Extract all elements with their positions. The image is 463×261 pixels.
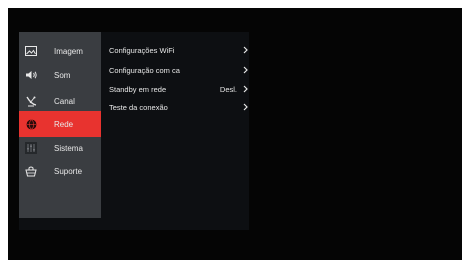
- option-configuracoes-wifi[interactable]: Configurações WiFi: [109, 42, 252, 58]
- option-configuracao-com-cabo[interactable]: Configuração com ca: [109, 62, 252, 78]
- chevron-right-icon: [242, 66, 249, 75]
- basket-icon: [24, 164, 38, 178]
- sidebar-item-label: Rede: [54, 119, 74, 129]
- chevron-right-icon: [242, 85, 249, 94]
- speaker-icon: [24, 68, 38, 82]
- sidebar-item-label: Imagem: [54, 46, 83, 56]
- option-label: Configuração com ca: [109, 65, 180, 75]
- option-label: Standby em rede: [109, 84, 167, 94]
- sidebar-item-rede[interactable]: Rede: [19, 111, 101, 137]
- option-teste-da-conexao[interactable]: Teste da conexão: [109, 99, 252, 115]
- sidebar-item-label: Sistema: [54, 143, 83, 153]
- sidebar-item-imagem[interactable]: Imagem: [19, 40, 101, 62]
- sidebar-item-label: Canal: [54, 96, 75, 106]
- chevron-right-icon: [242, 103, 249, 112]
- globe-icon: [24, 117, 38, 131]
- settings-sidebar: Imagem Som Canal Rede Sistema Suporte: [19, 32, 101, 218]
- sidebar-item-sistema[interactable]: Sistema: [19, 137, 101, 159]
- option-value: Desl.: [219, 84, 237, 94]
- sidebar-item-label: Som: [54, 70, 71, 80]
- picture-icon: [24, 44, 38, 58]
- option-label: Teste da conexão: [109, 102, 168, 112]
- satellite-icon: [24, 94, 38, 108]
- option-label: Configurações WiFi: [109, 45, 175, 55]
- sliders-icon: [24, 141, 38, 155]
- sidebar-item-som[interactable]: Som: [19, 64, 101, 86]
- sidebar-item-canal[interactable]: Canal: [19, 90, 101, 112]
- sidebar-item-label: Suporte: [54, 166, 83, 176]
- sidebar-item-suporte[interactable]: Suporte: [19, 160, 101, 182]
- option-standby-em-rede[interactable]: Standby em rede Desl.: [109, 81, 252, 97]
- chevron-right-icon: [242, 46, 249, 55]
